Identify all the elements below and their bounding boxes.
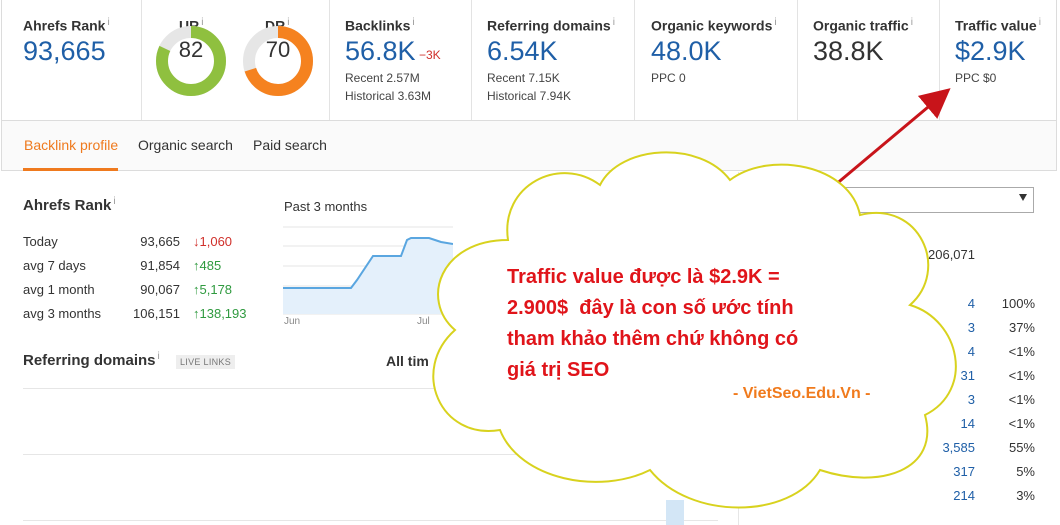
- annotation-text: Traffic value được là $2.9K = 2.900$ đây…: [507, 262, 887, 386]
- annotation-line: tham khảo thêm chứ không có: [507, 328, 799, 350]
- annotation-line: 2.900$ đây là con số ước tính: [507, 297, 794, 319]
- annotation-arrow: [821, 88, 951, 198]
- annotation-line: Traffic value được là $2.9K =: [507, 266, 780, 288]
- annotation-line: giá trị SEO: [507, 359, 610, 381]
- annotation-brand: - VietSeo.Edu.Vn -: [733, 385, 871, 402]
